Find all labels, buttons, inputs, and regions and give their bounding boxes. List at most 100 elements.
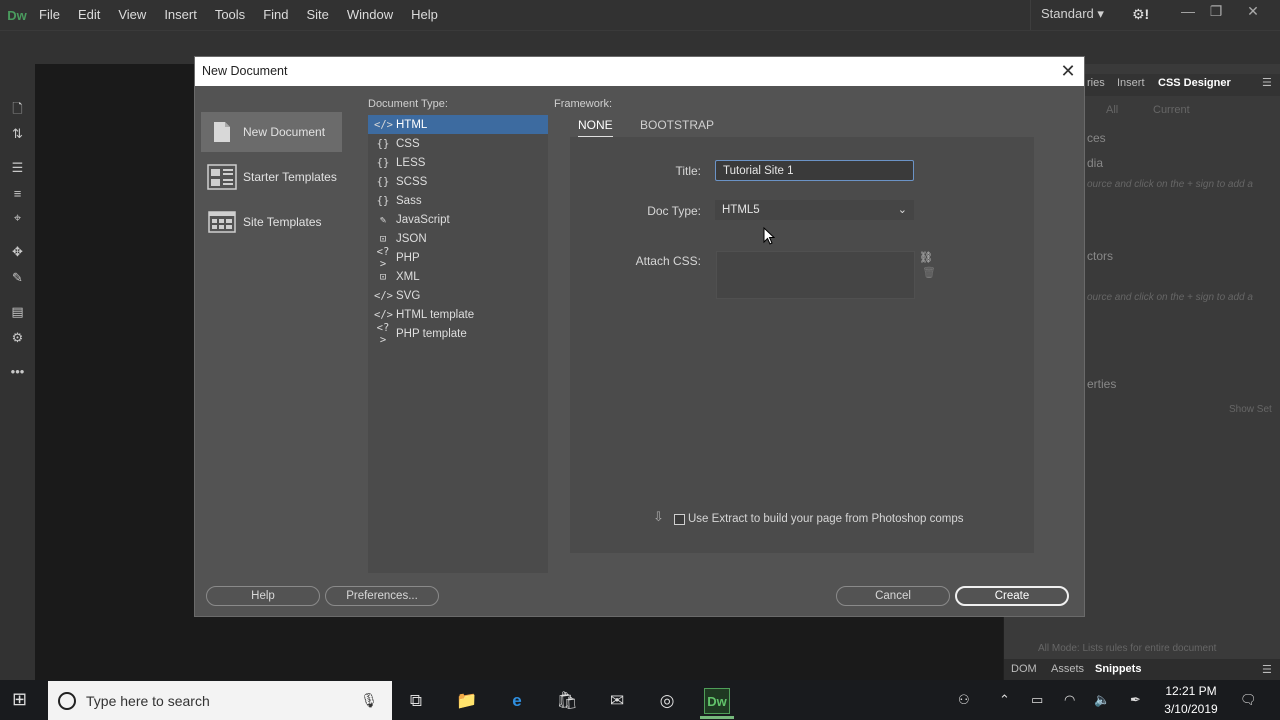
title-label: Title: bbox=[675, 164, 701, 178]
braces-icon: {} bbox=[376, 156, 390, 169]
menu-file[interactable]: File bbox=[30, 0, 69, 30]
bottom-tab-bar bbox=[1004, 659, 1280, 680]
tab-snippets[interactable]: Snippets bbox=[1095, 663, 1141, 675]
file-explorer-icon[interactable]: 📁 bbox=[447, 688, 487, 714]
menu-edit[interactable]: Edit bbox=[69, 0, 109, 30]
gear-icon[interactable]: ⚙! bbox=[1132, 6, 1149, 23]
file-icon[interactable]: 🗋 bbox=[0, 100, 35, 122]
show-set-label[interactable]: Show Set bbox=[1229, 404, 1272, 415]
doc-type-json[interactable]: ⊡ JSON bbox=[368, 229, 548, 248]
tab-files[interactable]: ries bbox=[1087, 77, 1105, 89]
brush-icon[interactable]: ✎ bbox=[0, 270, 35, 292]
doc-type-html[interactable]: </> HTML bbox=[368, 115, 548, 134]
mode-hint: All Mode: Lists rules for entire documen… bbox=[1038, 643, 1217, 654]
sidebar-item-label: New Document bbox=[243, 125, 326, 139]
more-icon[interactable]: ••• bbox=[0, 364, 35, 386]
doc-type-label: PHP bbox=[396, 251, 420, 264]
edge-icon[interactable]: e bbox=[497, 688, 537, 714]
doc-type-label: LESS bbox=[396, 156, 426, 169]
close-window-icon[interactable]: ✕ bbox=[1237, 0, 1269, 24]
menu-help[interactable]: Help bbox=[402, 0, 447, 30]
doc-type-svg[interactable]: </> SVG bbox=[368, 286, 548, 305]
tab-dom[interactable]: DOM bbox=[1011, 663, 1037, 675]
menu-icon[interactable]: ☰ bbox=[1262, 663, 1272, 676]
transfer-icon[interactable]: ⇅ bbox=[0, 126, 35, 148]
doc-type-scss[interactable]: {} SCSS bbox=[368, 172, 548, 191]
clock-time[interactable]: 12:21 PM bbox=[1163, 684, 1219, 698]
notification-icon[interactable]: 🗨 bbox=[1240, 692, 1257, 708]
mail-icon[interactable]: ✉ bbox=[597, 688, 637, 714]
chevron-up-icon[interactable]: ⌃ bbox=[999, 692, 1010, 708]
menu-window[interactable]: Window bbox=[338, 0, 402, 30]
dreamweaver-icon[interactable]: Dw bbox=[704, 688, 730, 714]
doc-type-css[interactable]: {} CSS bbox=[368, 134, 548, 153]
sidebar-item-label: Starter Templates bbox=[243, 170, 337, 184]
outline-icon[interactable]: ≡ bbox=[0, 186, 35, 208]
attach-css-list[interactable] bbox=[716, 251, 915, 299]
help-button[interactable]: Help bbox=[206, 586, 320, 606]
cortana-icon bbox=[58, 691, 76, 710]
doc-type-less[interactable]: {} LESS bbox=[368, 153, 548, 172]
preferences-button[interactable]: Preferences... bbox=[325, 586, 439, 606]
volume-icon[interactable]: 🔈 bbox=[1094, 692, 1110, 708]
tab-insert[interactable]: Insert bbox=[1117, 77, 1145, 89]
close-icon[interactable]: ✕ bbox=[1057, 60, 1079, 82]
comment-icon[interactable]: ▤ bbox=[0, 304, 35, 326]
doc-type-sass[interactable]: {} Sass bbox=[368, 191, 548, 210]
microphone-icon[interactable]: 🎙 bbox=[360, 692, 378, 709]
windows-start-icon[interactable]: ⊞ bbox=[12, 689, 27, 710]
target-icon[interactable]: ⌖ bbox=[0, 210, 35, 232]
expand-icon[interactable]: ✥ bbox=[0, 244, 35, 266]
code-view-icon[interactable]: ☰ bbox=[0, 160, 35, 182]
tab-all[interactable]: All bbox=[1106, 104, 1118, 116]
sidebar-item-new-document[interactable]: New Document bbox=[201, 112, 342, 152]
menu-view[interactable]: View bbox=[109, 0, 155, 30]
workspace-switcher[interactable]: Standard ▾ bbox=[1030, 0, 1110, 30]
sidebar-item-starter-templates[interactable]: Starter Templates bbox=[201, 157, 342, 197]
tab-none[interactable]: NONE bbox=[578, 118, 613, 138]
menu-find[interactable]: Find bbox=[254, 0, 297, 30]
trash-icon[interactable]: 🗑 bbox=[922, 266, 936, 279]
menu-icon[interactable]: ☰ bbox=[1262, 76, 1272, 89]
tab-bootstrap[interactable]: BOOTSTRAP bbox=[640, 118, 714, 132]
doc-type-php[interactable]: <?> PHP bbox=[368, 246, 548, 270]
active-app-indicator bbox=[700, 716, 734, 719]
clock-date[interactable]: 3/10/2019 bbox=[1163, 702, 1219, 716]
pen-icon[interactable]: ✒ bbox=[1130, 692, 1141, 708]
sidebar-item-site-templates[interactable]: Site Templates bbox=[201, 202, 342, 242]
taskbar-search[interactable]: Type here to search 🎙 bbox=[48, 681, 392, 720]
cancel-button[interactable]: Cancel bbox=[836, 586, 950, 606]
task-view-icon[interactable]: ⧉ bbox=[396, 688, 436, 714]
doc-type-php-template[interactable]: <?> PHP template bbox=[368, 322, 548, 346]
tab-css-designer[interactable]: CSS Designer bbox=[1158, 77, 1231, 89]
link-icon[interactable]: ⛓ bbox=[919, 251, 933, 264]
restore-icon[interactable]: ❐ bbox=[1200, 0, 1232, 24]
attach-css-label: Attach CSS: bbox=[635, 254, 701, 268]
doc-type-label: JavaScript bbox=[396, 213, 450, 226]
battery-icon[interactable]: ▭ bbox=[1031, 692, 1043, 708]
code-icon: </> bbox=[374, 289, 393, 302]
wifi-icon[interactable]: ◠ bbox=[1064, 692, 1075, 708]
extract-checkbox[interactable] bbox=[674, 514, 685, 525]
doc-type-xml[interactable]: ⊡ XML bbox=[368, 267, 548, 286]
tab-current[interactable]: Current bbox=[1153, 104, 1190, 116]
script-icon: ✎ bbox=[379, 213, 387, 226]
doc-type-javascript[interactable]: ✎ JavaScript bbox=[368, 210, 548, 229]
menu-insert[interactable]: Insert bbox=[155, 0, 206, 30]
obs-icon[interactable]: ◎ bbox=[647, 688, 687, 714]
starter-templates-icon bbox=[207, 163, 237, 191]
create-button[interactable]: Create bbox=[955, 586, 1069, 606]
braces-icon: {} bbox=[376, 194, 390, 207]
json-icon: ⊡ bbox=[379, 232, 387, 245]
doc-type-html-template[interactable]: </> HTML template bbox=[368, 305, 548, 324]
store-icon[interactable]: 🛍 bbox=[547, 688, 587, 714]
doc-type-label: Doc Type: bbox=[647, 204, 701, 218]
title-input[interactable] bbox=[715, 160, 914, 181]
tab-assets[interactable]: Assets bbox=[1051, 663, 1084, 675]
people-icon[interactable]: ⚇ bbox=[958, 692, 970, 708]
doc-type-label: SVG bbox=[396, 289, 421, 302]
doc-type-select[interactable]: HTML5 ⌄ bbox=[715, 200, 914, 220]
menu-site[interactable]: Site bbox=[297, 0, 337, 30]
menu-tools[interactable]: Tools bbox=[206, 0, 254, 30]
settings-icon[interactable]: ⚙ bbox=[0, 330, 35, 352]
